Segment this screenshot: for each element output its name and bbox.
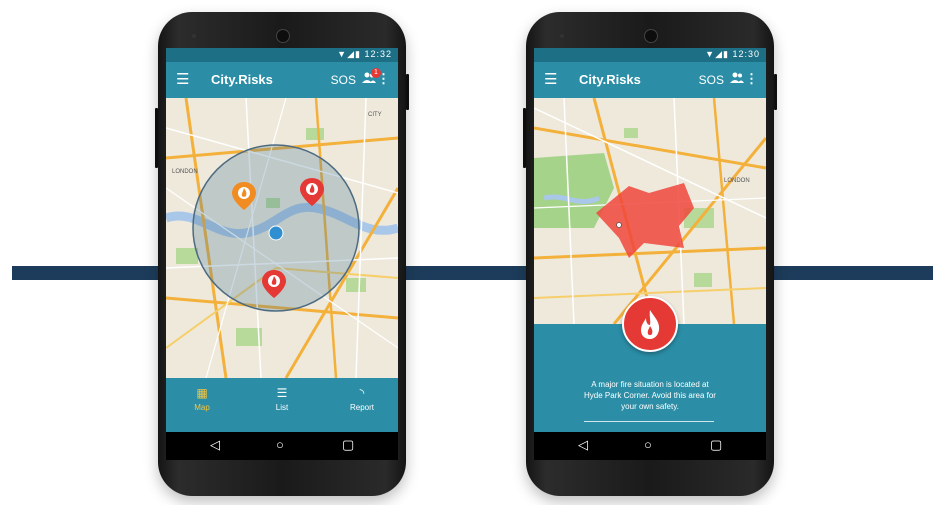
incident-point — [616, 222, 622, 228]
app-title: City.Risks — [211, 72, 273, 87]
system-nav-bar: ◁ ○ ▢ — [166, 432, 398, 460]
home-circle-icon[interactable]: ○ — [644, 437, 652, 452]
sos-button[interactable]: SOS — [699, 73, 724, 87]
tab-map[interactable]: ▦ Map — [172, 386, 232, 412]
alert-divider — [584, 421, 714, 422]
tab-list-label: List — [275, 403, 289, 412]
fire-icon — [641, 310, 660, 339]
connector-line-middle — [400, 266, 530, 280]
tab-report[interactable]: ◝ Report — [332, 386, 392, 412]
alert-text-line1: A major fire situation is located at — [591, 380, 709, 389]
bottom-navigation: ▦ Map ☰ List ◝ Report — [166, 378, 398, 432]
people-icon[interactable] — [730, 71, 744, 85]
hamburger-menu-icon[interactable]: ☰ — [544, 70, 557, 88]
connector-line-left — [12, 266, 162, 280]
home-circle-icon[interactable]: ○ — [276, 437, 284, 452]
status-time: 12:30 — [732, 49, 760, 59]
status-icons: ▼◢▮ 12:32 — [337, 49, 392, 59]
system-nav-bar: ◁ ○ ▢ — [534, 432, 766, 460]
hamburger-menu-icon[interactable]: ☰ — [176, 70, 189, 88]
phone-right: ▼◢▮ 12:30 ☰ City.Risks SOS ⋮ LONDON A ma… — [523, 12, 777, 496]
more-vert-icon[interactable]: ⋮ — [745, 71, 758, 87]
recents-square-icon[interactable]: ▢ — [710, 437, 722, 453]
status-bar: ▼◢▮ 12:30 — [534, 48, 766, 62]
alert-text-line3: your own safety. — [621, 402, 679, 411]
map-view[interactable]: LONDON — [534, 98, 766, 324]
phone-sensor — [192, 34, 196, 38]
back-triangle-icon[interactable]: ◁ — [210, 437, 220, 453]
fire-alert-button[interactable] — [622, 296, 678, 352]
recents-square-icon[interactable]: ▢ — [342, 437, 354, 453]
phone-left: ▼◢▮ 12:32 ☰ City.Risks SOS 1 ⋮ LONDON CI… — [155, 12, 409, 496]
status-bar: ▼◢▮ 12:32 — [166, 48, 398, 62]
map-view[interactable]: LONDON CITY — [166, 98, 398, 378]
list-icon: ☰ — [276, 386, 288, 400]
user-location-dot — [268, 225, 284, 241]
alert-message: A major fire situation is located at Hyd… — [562, 379, 738, 412]
rss-icon: ◝ — [359, 386, 365, 400]
connector-line-right — [768, 266, 933, 280]
phone-sensor — [560, 34, 564, 38]
volume-button — [523, 108, 526, 168]
screen-right: ▼◢▮ 12:30 ☰ City.Risks SOS ⋮ LONDON A ma… — [534, 48, 766, 460]
status-time: 12:32 — [364, 49, 392, 59]
power-button — [774, 74, 777, 110]
map-label-city: CITY — [368, 112, 382, 118]
app-bar: ☰ City.Risks SOS ⋮ — [534, 62, 766, 98]
app-bar: ☰ City.Risks SOS 1 ⋮ — [166, 62, 398, 98]
app-title: City.Risks — [579, 72, 641, 87]
map-label-london: LONDON — [724, 178, 750, 184]
power-button — [406, 74, 409, 110]
back-triangle-icon[interactable]: ◁ — [578, 437, 588, 453]
more-vert-icon[interactable]: ⋮ — [377, 71, 390, 87]
sos-button[interactable]: SOS — [331, 73, 356, 87]
tab-list[interactable]: ☰ List — [252, 386, 312, 412]
map-label-london: LONDON — [172, 169, 198, 175]
tab-report-label: Report — [349, 403, 374, 412]
map-icon: ▦ — [196, 386, 208, 400]
phone-camera — [276, 29, 290, 43]
tab-map-label: Map — [194, 403, 210, 412]
volume-button — [155, 108, 158, 168]
alert-text-line2: Hyde Park Corner. Avoid this area for — [584, 391, 716, 400]
status-icons: ▼◢▮ 12:30 — [705, 49, 760, 59]
screen-left: ▼◢▮ 12:32 ☰ City.Risks SOS 1 ⋮ LONDON CI… — [166, 48, 398, 460]
phone-camera — [644, 29, 658, 43]
